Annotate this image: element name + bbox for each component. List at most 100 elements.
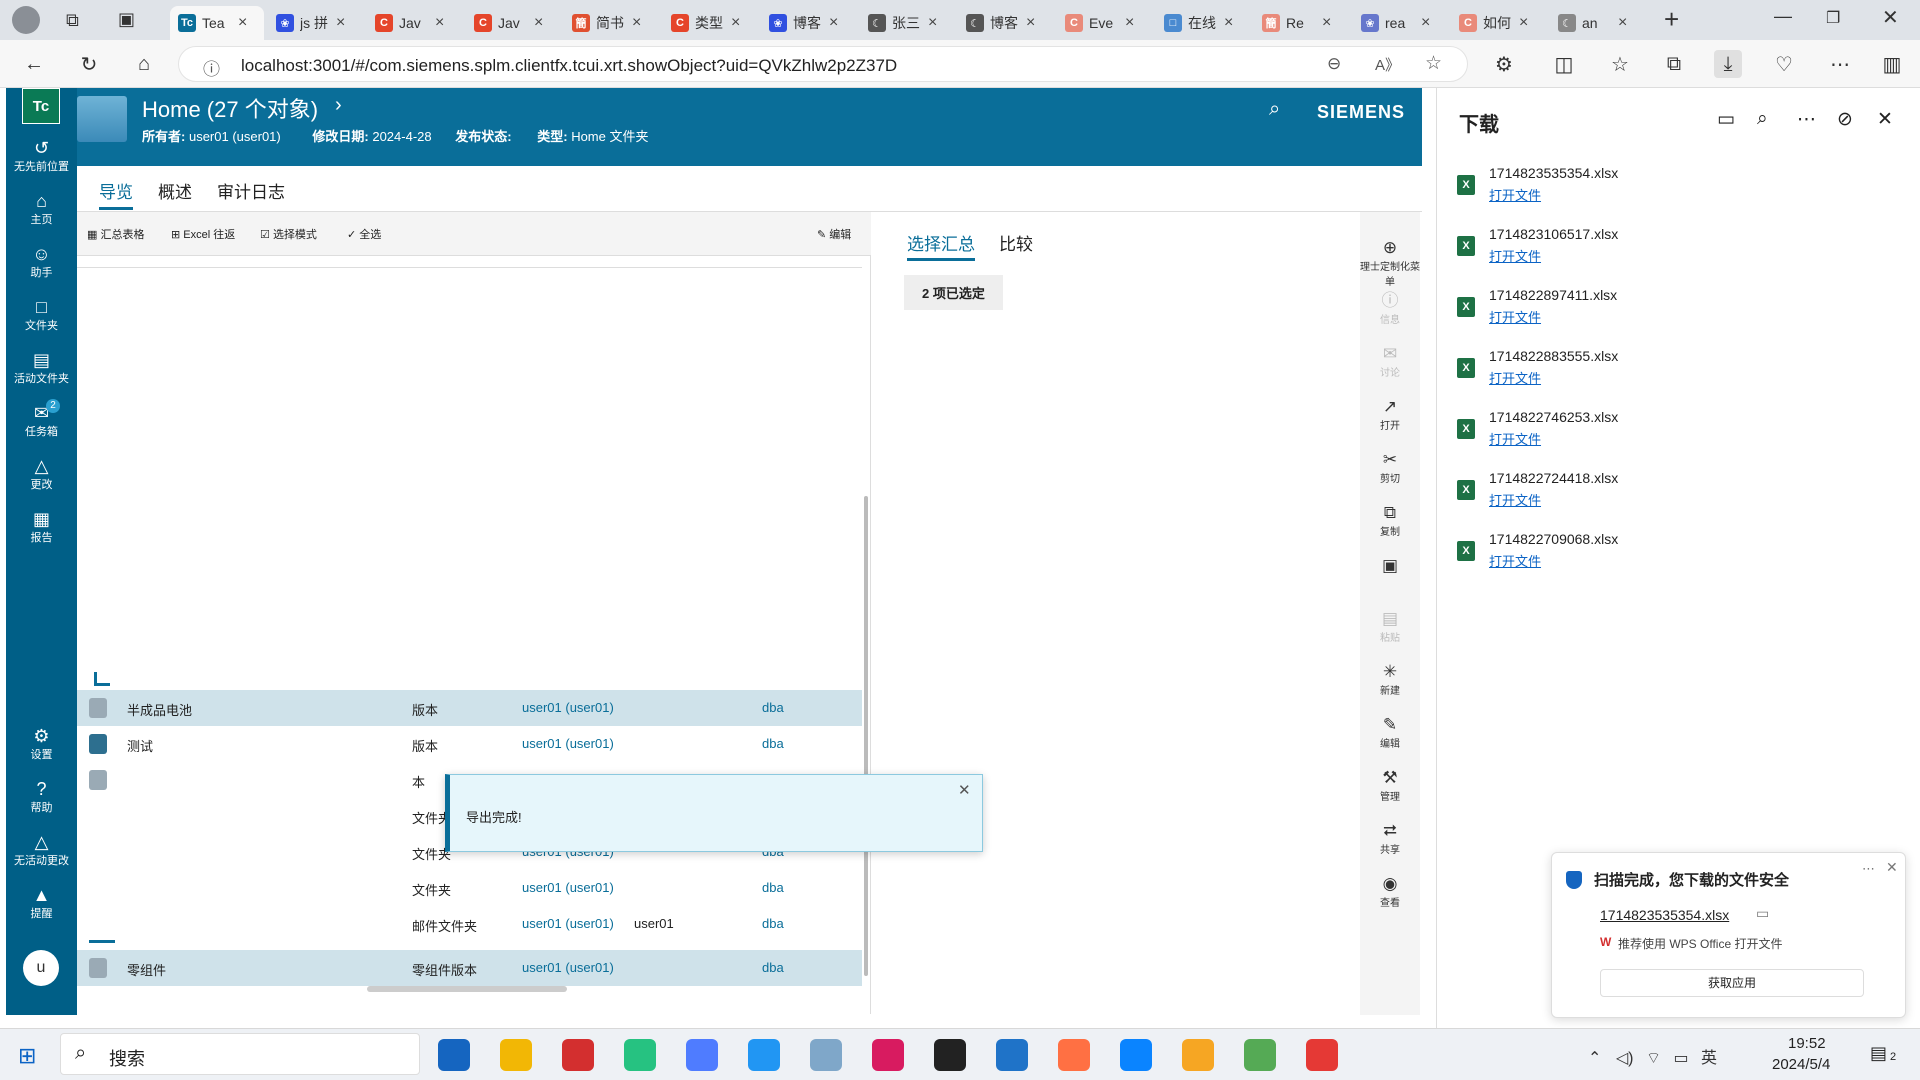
nav-bottom-item[interactable]: ? 帮助 bbox=[6, 779, 77, 815]
taskbar-app-icon[interactable] bbox=[810, 1039, 842, 1071]
browser-tab[interactable]: ❀ 博客 × bbox=[761, 6, 855, 40]
table-row[interactable]: 测试 版本 user01 (user01) dba bbox=[77, 726, 862, 762]
edit-button[interactable]: ✎ 编辑 bbox=[817, 226, 851, 242]
battery-icon[interactable]: ▭ bbox=[1673, 1050, 1688, 1067]
clock-date[interactable]: 2024/5/4 bbox=[1772, 1056, 1830, 1073]
browser-tab[interactable]: ☾ 张三 × bbox=[860, 6, 954, 40]
tab-close-icon[interactable]: × bbox=[1519, 14, 1528, 32]
zoom-icon[interactable]: ⊖ bbox=[1327, 54, 1341, 74]
close-icon[interactable]: ✕ bbox=[1886, 859, 1898, 876]
title-chevron-icon[interactable]: › bbox=[335, 94, 342, 117]
nav-item[interactable]: ⌂ 主页 bbox=[6, 191, 77, 227]
close-icon[interactable]: ✕ bbox=[958, 781, 971, 799]
favorites-icon[interactable]: ☆ bbox=[1606, 50, 1634, 78]
vertical-scrollbar[interactable] bbox=[864, 496, 868, 976]
nav-bottom-item[interactable]: ▲ 提醒 bbox=[6, 885, 77, 921]
close-icon[interactable]: ✕ bbox=[1877, 108, 1893, 131]
browser-tab[interactable]: C Jav × bbox=[367, 6, 461, 40]
downloads-icon[interactable]: ⤓ bbox=[1714, 50, 1742, 78]
home-button[interactable]: ⌂ bbox=[130, 50, 158, 78]
tab-close-icon[interactable]: × bbox=[534, 14, 543, 32]
chevron-up-icon[interactable]: ⌃ bbox=[1588, 1050, 1601, 1067]
taskbar-search[interactable]: ⌕ 搜索 bbox=[60, 1033, 420, 1075]
browser-tab[interactable]: 簡 Re × bbox=[1254, 6, 1348, 40]
tab-close-icon[interactable]: × bbox=[928, 14, 937, 32]
taskbar-app-icon[interactable] bbox=[1244, 1039, 1276, 1071]
get-app-button[interactable]: 获取应用 bbox=[1600, 969, 1864, 997]
taskbar-app-icon[interactable] bbox=[562, 1039, 594, 1071]
browser-tab[interactable]: 簡简书 × bbox=[564, 6, 658, 40]
nav-item[interactable]: □ 文件夹 bbox=[6, 297, 77, 333]
open-file-link[interactable]: 打开文件 bbox=[1489, 368, 1541, 387]
refresh-button[interactable]: ↻ bbox=[75, 50, 103, 78]
taskbar-app-icon[interactable] bbox=[1120, 1039, 1152, 1071]
excel-roundtrip-button[interactable]: ⊞ Excel 往返 bbox=[171, 226, 235, 242]
table-row[interactable]: 半成品电池 版本 user01 (user01) dba bbox=[77, 690, 862, 726]
download-item[interactable]: X 1714823535354.xlsx 打开文件 bbox=[1457, 165, 1857, 215]
open-file-link[interactable]: 打开文件 bbox=[1489, 185, 1541, 204]
speaker-icon[interactable]: ◁) bbox=[1616, 1050, 1634, 1067]
rail-command[interactable]: ◉ 查看 bbox=[1360, 874, 1420, 909]
browser-tab[interactable]: ❀ js 拼 × bbox=[268, 6, 362, 40]
browser-tab[interactable]: C 如何 × bbox=[1451, 6, 1545, 40]
rail-command[interactable]: ✉ 讨论 bbox=[1360, 344, 1420, 379]
nav-bottom-item[interactable]: △ 无活动更改 bbox=[6, 832, 77, 868]
table-row[interactable]: 邮件文件夹 user01 (user01) user01 dba bbox=[77, 906, 862, 942]
rail-command[interactable]: ⮂ 共享 bbox=[1360, 821, 1420, 856]
taskbar-app-icon[interactable] bbox=[686, 1039, 718, 1071]
download-item[interactable]: X 1714822897411.xlsx 打开文件 bbox=[1457, 287, 1857, 337]
browser-tab[interactable]: ☾ an × bbox=[1550, 6, 1644, 40]
profile-avatar[interactable] bbox=[12, 6, 40, 34]
tab-close-icon[interactable]: × bbox=[1026, 14, 1035, 32]
browser-tab[interactable]: Tc Tea × bbox=[170, 6, 264, 40]
nav-item[interactable]: ↺ 无先前位置 bbox=[6, 138, 77, 174]
back-button[interactable]: ← bbox=[20, 50, 48, 78]
open-file-link[interactable]: 打开文件 bbox=[1489, 429, 1541, 448]
notification-icon[interactable]: ▤ bbox=[1870, 1043, 1887, 1064]
taskbar-app-icon[interactable] bbox=[872, 1039, 904, 1071]
read-aloud-icon[interactable]: A》 bbox=[1375, 54, 1400, 75]
more-options-icon[interactable]: ⋯ bbox=[1797, 108, 1816, 131]
more-icon[interactable]: ⋯ bbox=[1862, 861, 1875, 877]
taskbar-app-icon[interactable] bbox=[1306, 1039, 1338, 1071]
rail-command[interactable]: ✳ 新建 bbox=[1360, 662, 1420, 697]
open-file-link[interactable]: 打开文件 bbox=[1489, 246, 1541, 265]
taskbar-app-icon[interactable] bbox=[1058, 1039, 1090, 1071]
ime-indicator[interactable]: 英 bbox=[1701, 1050, 1717, 1067]
tab-audit-log[interactable]: 审计日志 bbox=[217, 178, 285, 203]
browser-tab[interactable]: C Eve × bbox=[1057, 6, 1151, 40]
scan-file-link[interactable]: 1714823535354.xlsx bbox=[1600, 907, 1729, 923]
taskbar-app-icon[interactable] bbox=[934, 1039, 966, 1071]
rail-command[interactable]: ⊕ 理士定制化菜单 bbox=[1360, 238, 1420, 288]
download-item[interactable]: X 1714823106517.xlsx 打开文件 bbox=[1457, 226, 1857, 276]
rail-command[interactable]: ↗ 打开 bbox=[1360, 397, 1420, 432]
rail-command[interactable]: ⧉ 复制 bbox=[1360, 503, 1420, 538]
vertical-tabs-icon[interactable]: ▣ bbox=[118, 9, 135, 30]
clock-time[interactable]: 19:52 bbox=[1788, 1035, 1826, 1052]
browser-tab[interactable]: □ 在线 × bbox=[1156, 6, 1250, 40]
table-row[interactable]: 文件夹 user01 (user01) dba bbox=[77, 870, 862, 906]
tab-actions-icon[interactable]: ⧉ bbox=[66, 10, 79, 31]
browser-tab[interactable]: C Jav × bbox=[466, 6, 560, 40]
tab-close-icon[interactable]: × bbox=[829, 14, 838, 32]
network-icon[interactable]: ⌔ bbox=[1646, 1050, 1661, 1067]
minimize-button[interactable]: — bbox=[1774, 6, 1792, 27]
site-info-icon[interactable]: ⓘ bbox=[203, 55, 220, 80]
search-downloads-icon[interactable]: ⌕ bbox=[1757, 108, 1768, 130]
download-item[interactable]: X 1714822746253.xlsx 打开文件 bbox=[1457, 409, 1857, 459]
tab-close-icon[interactable]: × bbox=[1125, 14, 1134, 32]
favorite-star-icon[interactable]: ☆ bbox=[1425, 52, 1442, 75]
tab-selection-summary[interactable]: 选择汇总 bbox=[907, 230, 975, 261]
extensions-icon[interactable]: ⚙ bbox=[1490, 50, 1518, 78]
tab-close-icon[interactable]: × bbox=[238, 14, 247, 32]
nav-item[interactable]: ▤ 活动文件夹 bbox=[6, 350, 77, 386]
select-mode-button[interactable]: ☑ 选择模式 bbox=[260, 226, 317, 242]
tab-close-icon[interactable]: × bbox=[336, 14, 345, 32]
url-field[interactable]: ⓘ localhost:3001/#/com.siemens.splm.clie… bbox=[178, 46, 1468, 82]
performance-icon[interactable]: ♡ bbox=[1770, 50, 1798, 78]
close-window-button[interactable]: ✕ bbox=[1882, 5, 1899, 30]
rail-command[interactable]: ⓘ 信息 bbox=[1360, 291, 1420, 326]
taskbar-app-icon[interactable] bbox=[996, 1039, 1028, 1071]
rail-command[interactable]: ▤ 粘贴 bbox=[1360, 609, 1420, 644]
nav-item[interactable]: △ 更改 bbox=[6, 456, 77, 492]
